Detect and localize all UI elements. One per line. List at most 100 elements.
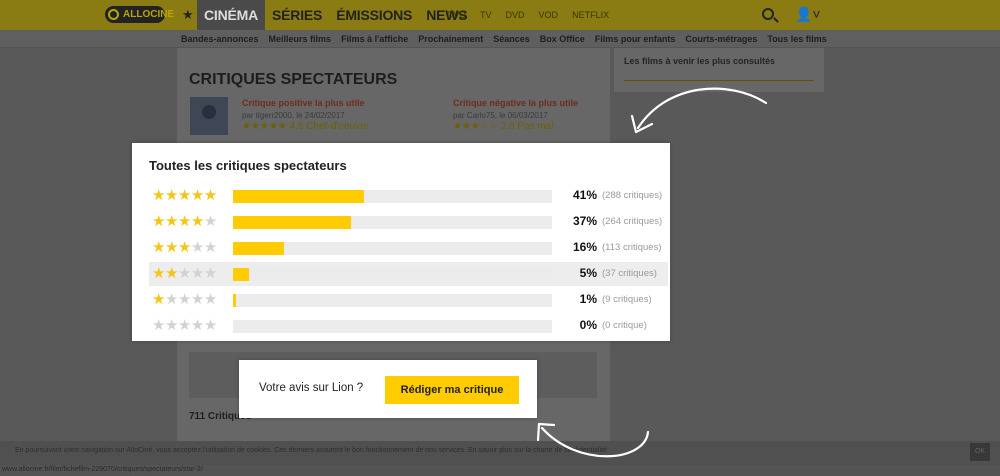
rating-count: (113 critiques) bbox=[602, 242, 662, 253]
subnav-best-films[interactable]: Meilleurs films bbox=[269, 30, 332, 48]
rating-percent: 1% bbox=[579, 292, 597, 306]
negative-review-label[interactable]: Critique négative la plus utile bbox=[453, 98, 578, 108]
nav-dvd-icon[interactable]: DVD bbox=[440, 0, 473, 30]
star-empty-icon: ★ bbox=[203, 291, 217, 308]
arrow-top-curve bbox=[636, 87, 768, 130]
rating-bar-fill bbox=[233, 216, 351, 229]
status-bar: www.allocine.fr/film/fichefilm-229070/cr… bbox=[0, 465, 1000, 476]
rating-bar-fill bbox=[233, 294, 236, 307]
cookie-text: En poursuivant votre navigation sur Allo… bbox=[15, 447, 607, 454]
top-navbar: ALLOCINE ★ CINÉMA SÉRIES ÉMISSIONS NEWS … bbox=[0, 0, 1000, 30]
negative-review-author: par Carlo75, le 06/03/2017 bbox=[453, 111, 548, 120]
home-icon[interactable]: ★ bbox=[182, 7, 194, 23]
rating-count: (37 critiques) bbox=[602, 268, 657, 279]
subnav-box-office[interactable]: Box Office bbox=[540, 30, 585, 48]
rating-bar-fill bbox=[233, 268, 249, 281]
rating-percent: 41% bbox=[572, 188, 597, 202]
subnav-showtimes[interactable]: Séances bbox=[493, 30, 530, 48]
rating-bar-track bbox=[233, 294, 552, 307]
rating-row[interactable]: ★★★★★ 37% (264 critiques) bbox=[149, 210, 668, 234]
user-icon[interactable]: 👤˅ bbox=[795, 6, 821, 23]
rating-bar-track bbox=[233, 190, 552, 203]
star-empty-icon: ★ bbox=[177, 265, 191, 282]
star-empty-icon: ★ bbox=[203, 317, 217, 334]
star-filled-icon: ★ bbox=[152, 265, 165, 282]
subnav-kids-films[interactable]: Films pour enfants bbox=[595, 30, 676, 48]
star-empty-icon: ★ bbox=[190, 291, 204, 308]
sidebar-divider bbox=[624, 80, 814, 81]
rating-row[interactable]: ★★★★★ 41% (288 critiques) bbox=[149, 184, 668, 208]
star-empty-icon: ★ bbox=[203, 239, 217, 256]
opinion-box: Votre avis sur Lion ? Rédiger ma critiqu… bbox=[239, 360, 537, 418]
star-rating-icon: ★★★★★ bbox=[152, 187, 217, 205]
rating-count: (9 critiques) bbox=[602, 294, 652, 305]
star-filled-icon: ★ bbox=[164, 187, 178, 204]
avatar bbox=[190, 97, 228, 135]
rating-count: (264 critiques) bbox=[602, 216, 663, 227]
star-empty-icon: ★ bbox=[152, 317, 165, 334]
star-empty-icon: ★ bbox=[190, 317, 204, 334]
star-filled-icon: ★ bbox=[177, 187, 191, 204]
search-icon[interactable] bbox=[762, 8, 774, 20]
star-filled-icon: ★ bbox=[164, 213, 178, 230]
positive-review-label[interactable]: Critique positive la plus utile bbox=[242, 98, 365, 108]
rating-percent: 0% bbox=[579, 318, 597, 332]
subnav-now-showing[interactable]: Films à l'affiche bbox=[341, 30, 408, 48]
rating-row[interactable]: ★★★★★ 1% (9 critiques) bbox=[149, 288, 668, 312]
arrow-top-head bbox=[630, 114, 654, 134]
rating-bar-track bbox=[233, 242, 552, 255]
star-filled-icon: ★ bbox=[190, 213, 204, 230]
subnav-trailers[interactable]: Bandes-annonces bbox=[181, 30, 259, 48]
star-filled-icon: ★ bbox=[164, 239, 178, 256]
rating-bar-fill bbox=[233, 190, 364, 203]
rating-percent: 16% bbox=[572, 240, 597, 254]
opinion-question: Votre avis sur Lion ? bbox=[259, 382, 364, 394]
star-rating-icon: ★★★★★ bbox=[152, 291, 217, 309]
star-empty-icon: ★ bbox=[177, 291, 191, 308]
sidebar-title[interactable]: Les films à venir les plus consultés bbox=[624, 56, 775, 66]
nav-tv[interactable]: TV bbox=[473, 0, 499, 30]
nav-emissions[interactable]: ÉMISSIONS bbox=[329, 0, 419, 30]
rating-row[interactable]: ★★★★★ 16% (113 critiques) bbox=[149, 236, 668, 260]
star-filled-icon: ★ bbox=[152, 239, 165, 256]
star-empty-icon: ★ bbox=[164, 317, 178, 334]
star-filled-icon: ★ bbox=[152, 291, 165, 308]
cookie-ok-button[interactable]: OK bbox=[970, 443, 990, 461]
rating-bar-track bbox=[233, 216, 552, 229]
rating-bar-track bbox=[233, 268, 552, 281]
nav-cinema[interactable]: CINÉMA bbox=[197, 0, 266, 30]
star-filled-icon: ★ bbox=[152, 213, 165, 230]
rating-row[interactable]: ★★★★★ 5% (37 critiques) bbox=[149, 262, 668, 286]
section-title: CRITIQUES SPECTATEURS bbox=[189, 71, 398, 88]
star-empty-icon: ★ bbox=[164, 291, 178, 308]
nav-netflix[interactable]: NETFLIX bbox=[565, 0, 616, 30]
rating-row[interactable]: ★★★★★ 0% (0 critique) bbox=[149, 314, 668, 338]
nav-dvd[interactable]: DVD bbox=[499, 0, 532, 30]
ratings-card: Toutes les critiques spectateurs ★★★★★ 41… bbox=[132, 143, 670, 341]
rating-percent: 5% bbox=[579, 266, 597, 280]
star-filled-icon: ★ bbox=[164, 265, 178, 282]
ratings-title: Toutes les critiques spectateurs bbox=[149, 158, 347, 173]
subnav-all-films[interactable]: Tous les films bbox=[767, 30, 826, 48]
nav-series[interactable]: SÉRIES bbox=[265, 0, 329, 30]
cookie-banner: En poursuivant votre navigation sur Allo… bbox=[0, 441, 1000, 465]
rating-percent: 37% bbox=[572, 214, 597, 228]
allocine-logo[interactable]: ALLOCINE bbox=[105, 6, 174, 23]
star-rating-icon: ★★★★★ bbox=[152, 317, 217, 335]
write-review-button[interactable]: Rédiger ma critique bbox=[385, 376, 519, 404]
negative-review-rating: ★★★☆☆ 2,0 Pas mal bbox=[453, 121, 554, 132]
rating-count: (288 critiques) bbox=[602, 190, 663, 201]
star-filled-icon: ★ bbox=[152, 187, 165, 204]
status-url: www.allocine.fr/film/fichefilm-229070/cr… bbox=[2, 466, 203, 473]
star-empty-icon: ★ bbox=[203, 213, 217, 230]
star-empty-icon: ★ bbox=[177, 317, 191, 334]
subnav-coming-soon[interactable]: Prochainement bbox=[418, 30, 483, 48]
rating-count: (0 critique) bbox=[602, 320, 647, 331]
star-empty-icon: ★ bbox=[203, 265, 217, 282]
positive-review-rating: ★★★★★ 4,5 Chef-d'oeuvre bbox=[242, 121, 369, 132]
rating-bar-fill bbox=[233, 242, 284, 255]
rating-bar-track bbox=[233, 320, 552, 333]
subnav-short-films[interactable]: Courts-métrages bbox=[685, 30, 757, 48]
nav-vod[interactable]: VOD bbox=[532, 0, 566, 30]
star-rating-icon: ★★★★★ bbox=[152, 213, 217, 231]
